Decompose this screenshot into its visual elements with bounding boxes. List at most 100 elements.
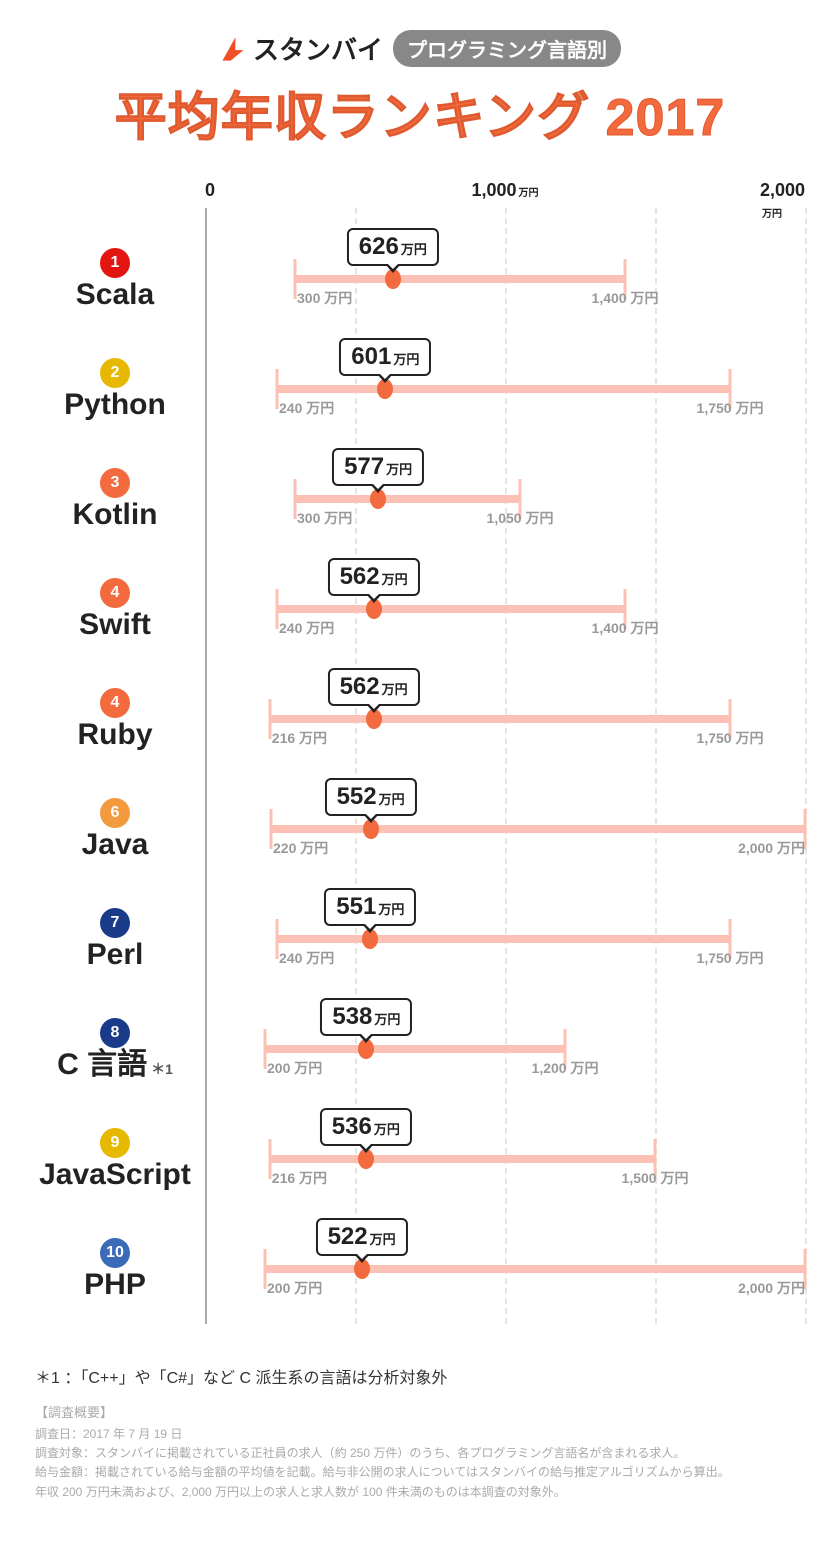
x-axis: 01,000万円2,000万円 [205,180,805,216]
plot-area: 216 万円1,500 万円536万円 [205,1104,805,1214]
avg-value: 522 [328,1223,368,1250]
max-label: 1,400 万円 [592,288,659,308]
plot-area: 220 万円 2,000 万円 552万円 [205,774,805,884]
max-label: 1,750 万円 [697,728,764,748]
rank-badge: 2 [100,358,130,388]
avg-value: 562 [340,563,380,590]
language-name: Java [35,830,195,860]
page-title: 平均年収ランキング 2017 [35,75,805,150]
plot-area: 240 万円1,750 万円601万円 [205,334,805,444]
avg-callout: 536万円 [320,1108,412,1146]
min-label: 300 万円 [297,288,352,308]
footnote-1: ＊1 ：「C++」や「C#」など C 派生系の言語は分析対象外 [35,1364,805,1388]
footnotes: ＊1 ：「C++」や「C#」など C 派生系の言語は分析対象外 【調査概要】 調… [35,1364,805,1502]
max-label: 1,200 万円 [532,1058,599,1078]
chart-row: 8C 言語＊1200 万円1,200 万円538万円 [35,994,805,1104]
min-label: 200 万円 [267,1058,322,1078]
min-label: 216 万円 [272,728,327,748]
max-label: 1,400 万円 [592,618,659,638]
min-label: 240 万円 [279,618,334,638]
rank-badge: 10 [100,1238,130,1268]
axis-tick-label: 1,000万円 [471,180,538,201]
language-label-col: 10PHP [35,1238,205,1300]
plot-area: 300 万円1,050 万円577万円 [205,444,805,554]
avg-value: 552 [337,783,377,810]
survey-line: 調査対象：スタンバイに掲載されている正社員の求人（約 250 万件）のうち、各プ… [35,1444,805,1463]
language-name: Ruby [35,720,195,750]
survey-line: 年収 200 万円未満および、2,000 万円以上の求人と求人数が 100 件未… [35,1483,805,1502]
chart-row: 3Kotlin 300 万円1,050 万円577万円 [35,444,805,554]
rank-badge: 9 [100,1128,130,1158]
chart-row: 2Python240 万円1,750 万円601万円 [35,334,805,444]
language-name: PHP [35,1270,195,1300]
avg-value: 551 [336,893,376,920]
min-label: 300 万円 [297,508,352,528]
axis-tick-label: 2,000万円 [760,180,805,222]
axis-tick-label: 0 [205,180,215,201]
brand-logo: スタンバイ [219,30,383,67]
brand-name: スタンバイ [253,30,383,67]
range-bar [295,495,520,503]
survey-line: 給与金額：掲載されている給与金額の平均値を記載。給与非公開の求人についてはスタン… [35,1463,805,1482]
brand-row: スタンバイ プログラミング言語別 [35,30,805,67]
plot-area: 200 万円1,200 万円538万円 [205,994,805,1104]
avg-callout: 562万円 [328,668,420,706]
header: スタンバイ プログラミング言語別 平均年収ランキング 2017 [35,30,805,150]
rank-badge: 3 [100,468,130,498]
language-label-col: 6Java [35,798,205,860]
rank-badge: 4 [100,688,130,718]
avg-callout: 551万円 [324,888,416,926]
logo-icon [219,35,247,63]
range-bar [295,275,625,283]
language-label-col: 9JavaScript [35,1128,205,1190]
chart-rows: 1Scala300 万円1,400 万円626万円2Python240 万円1,… [35,224,805,1324]
rank-badge: 7 [100,908,130,938]
gridline [805,208,807,1324]
chart-row: 4Swift240 万円1,400 万円562万円 [35,554,805,664]
min-label: 200 万円 [267,1278,322,1298]
chart-row: 7Perl240 万円1,750 万円551万円 [35,884,805,994]
chart-row: 4Ruby 216 万円 1,750 万円 562万円 [35,664,805,774]
chart-row: 10PHP 200 万円 2,000 万円 522万円 [35,1214,805,1324]
min-label: 240 万円 [279,948,334,968]
avg-value: 626 [359,233,399,260]
language-name: C 言語＊1 [35,1050,195,1080]
language-name: Scala [35,280,195,310]
chart: 0 1,000万円 2,000万円 1Scala 300 万円 1,400 万円 626万… [35,180,805,1324]
category-badge: プログラミング言語別 [393,30,621,67]
min-label: 240 万円 [279,398,334,418]
language-label-col: 8C 言語＊1 [35,1018,205,1080]
rank-badge: 1 [100,248,130,278]
max-label: 2,000 万円 [738,838,805,858]
avg-callout: 626万円 [347,228,439,266]
max-label: 2,000 万円 [738,1278,805,1298]
rank-badge: 4 [100,578,130,608]
avg-value: 562 [340,673,380,700]
plot-area: 240 万円 1,400 万円 562万円 [205,554,805,664]
chart-row: 1Scala 300 万円 1,400 万円 626万円 [35,224,805,334]
avg-callout: 562万円 [328,558,420,596]
range-bar [270,1155,655,1163]
range-bar [277,605,625,613]
min-label: 220 万円 [273,838,328,858]
plot-area: 300 万円 1,400 万円 626万円 [205,224,805,334]
language-name: Perl [35,940,195,970]
range-bar [270,715,730,723]
chart-row: 6Java 220 万円 2,000 万円 552万円 [35,774,805,884]
min-label: 216 万円 [272,1168,327,1188]
range-bar [265,1265,805,1273]
max-label: 1,750 万円 [697,398,764,418]
plot-area: 240 万円1,750 万円551万円 [205,884,805,994]
avg-value: 536 [332,1113,372,1140]
language-name: Kotlin [35,500,195,530]
language-label-col: 7Perl [35,908,205,970]
survey-heading: 【調査概要】 [35,1402,805,1421]
avg-callout: 577万円 [332,448,424,486]
avg-callout: 522万円 [316,1218,408,1256]
language-name: JavaScript [35,1160,195,1190]
language-label-col: 2Python [35,358,205,420]
avg-value: 577 [344,453,384,480]
language-label-col: 4Ruby [35,688,205,750]
avg-callout: 552万円 [325,778,417,816]
range-bar [265,1045,565,1053]
